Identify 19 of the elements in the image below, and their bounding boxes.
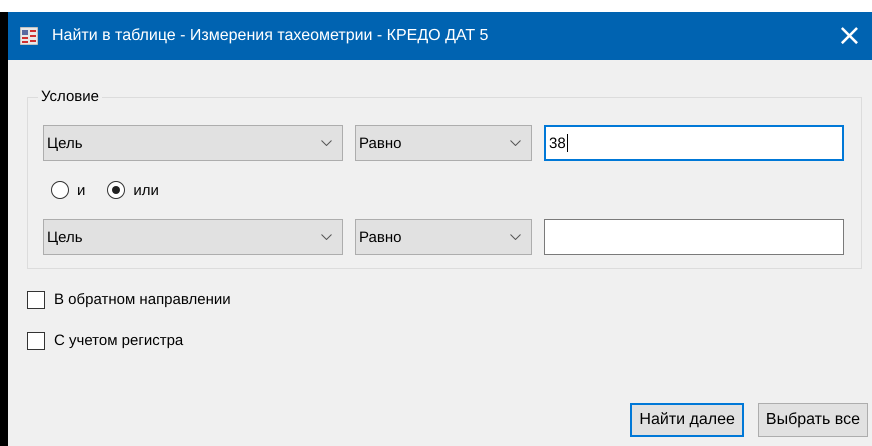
value-input-field[interactable]: 38: [544, 125, 844, 161]
field-dropdown[interactable]: Цель: [43, 219, 343, 255]
find-next-button[interactable]: Найти далее: [630, 403, 744, 437]
app-icon: [20, 27, 38, 45]
chevron-down-icon: [321, 140, 332, 146]
logic-radio[interactable]: и: [51, 181, 86, 199]
chevron-down-icon: [510, 140, 521, 146]
chevron-down-icon: [321, 234, 332, 240]
window-title: Найти в таблице - Измерения тахеометрии - КРЕДО ДАТ 5: [52, 27, 490, 45]
close-button[interactable]: ×: [826, 21, 872, 51]
option-checkbox[interactable]: С учетом регистра: [27, 330, 862, 351]
option-checkbox[interactable]: В обратном направлении: [27, 289, 862, 310]
chevron-down-icon: [510, 234, 521, 240]
field-dropdown[interactable]: Цель: [43, 125, 343, 161]
operator-dropdown[interactable]: Равно: [355, 219, 532, 255]
select-all-button[interactable]: Выбрать все: [758, 403, 868, 437]
operator-dropdown[interactable]: Равно: [355, 125, 532, 161]
logic-radio[interactable]: или: [107, 181, 159, 199]
value-input-field[interactable]: [544, 219, 844, 255]
